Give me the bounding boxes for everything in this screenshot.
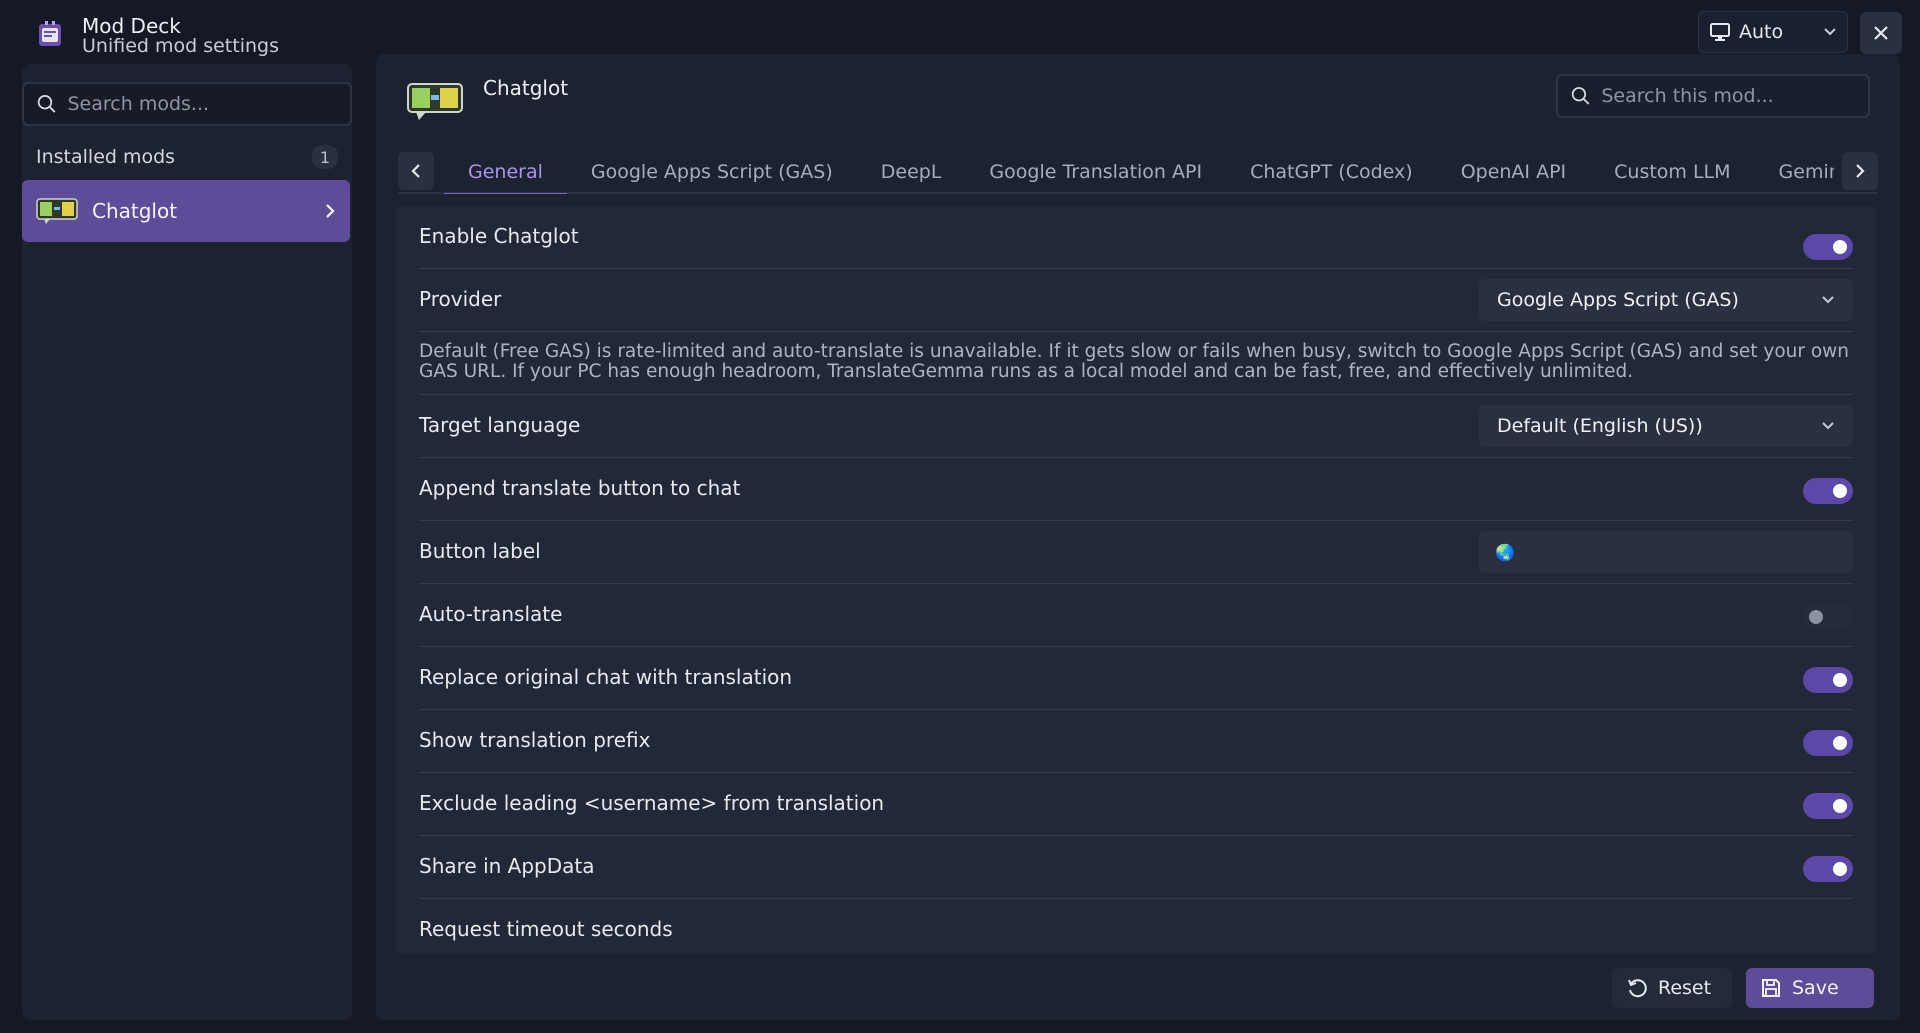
monitor-icon [1710, 23, 1730, 41]
setting-row-request-timeout: Request timeout seconds [419, 899, 1853, 954]
tab-deepl[interactable]: DeepL [857, 150, 966, 194]
provider-value: Google Apps Script (GAS) [1497, 289, 1739, 311]
close-icon [1874, 26, 1888, 40]
tab-google-apps-script[interactable]: Google Apps Script (GAS) [567, 150, 857, 194]
setting-row-auto-translate: Auto-translate [419, 584, 1853, 647]
chevron-down-icon [1822, 296, 1834, 304]
enable-label: Enable Chatglot [419, 224, 579, 248]
settings-list: Enable Chatglot Provider Google Apps Scr… [396, 206, 1876, 954]
translation-prefix-label: Show translation prefix [419, 728, 651, 752]
target-language-select[interactable]: Default (English (US)) [1479, 405, 1853, 447]
target-language-label: Target language [419, 413, 581, 437]
sidebar-item-label: Chatglot [92, 199, 178, 223]
target-language-value: Default (English (US)) [1497, 415, 1703, 437]
display-mode-label: Auto [1739, 21, 1784, 43]
tab-google-translation-api[interactable]: Google Translation API [965, 150, 1226, 194]
request-timeout-label: Request timeout seconds [419, 917, 673, 941]
search-icon [1571, 87, 1590, 105]
tab-custom-llm[interactable]: Custom LLM [1590, 150, 1754, 194]
chevron-down-icon [1822, 422, 1834, 430]
exclude-username-label: Exclude leading <username> from translat… [419, 791, 885, 815]
save-label: Save [1792, 977, 1839, 999]
setting-row-target-language: Target language Default (English (US)) [419, 395, 1853, 458]
display-mode-select[interactable]: Auto [1698, 11, 1848, 53]
chevron-right-icon [326, 204, 335, 218]
setting-row-provider: Provider Google Apps Script (GAS) [419, 269, 1853, 332]
tab-gemini[interactable]: Gemini [1755, 150, 1834, 194]
setting-row-exclude-username: Exclude leading <username> from translat… [419, 773, 1853, 836]
mods-search-box [22, 82, 352, 126]
chevron-left-icon [411, 164, 420, 178]
mod-settings-panel: Chatglot General Google Apps Script (GAS… [376, 54, 1900, 1020]
provider-tabs: General Google Apps Script (GAS) DeepL G… [398, 150, 1878, 194]
chevron-down-icon [1824, 28, 1836, 36]
search-icon [37, 95, 56, 113]
tabs-scroll-left-button[interactable] [398, 152, 434, 190]
close-button[interactable] [1860, 12, 1902, 54]
chevron-right-icon [1856, 164, 1865, 178]
auto-translate-toggle[interactable] [1803, 604, 1853, 630]
sidebar: Installed mods 1 Chatglot [22, 64, 352, 1020]
setting-row-button-label: Button label [419, 521, 1853, 584]
reset-icon [1628, 979, 1647, 998]
setting-row-translation-prefix: Show translation prefix [419, 710, 1853, 773]
tab-openai-api[interactable]: OpenAI API [1437, 150, 1590, 194]
provider-label: Provider [419, 287, 502, 311]
setting-row-enable: Enable Chatglot [419, 206, 1853, 269]
setting-row-append-button: Append translate button to chat [419, 458, 1853, 521]
reset-button[interactable]: Reset [1612, 968, 1732, 1008]
exclude-username-toggle[interactable] [1803, 793, 1853, 819]
replace-original-toggle[interactable] [1803, 667, 1853, 693]
save-icon [1762, 979, 1780, 997]
mod-search-input[interactable] [1601, 85, 1856, 107]
app-logo-icon [39, 21, 61, 46]
replace-original-label: Replace original chat with translation [419, 665, 793, 689]
save-button[interactable]: Save [1746, 968, 1874, 1008]
button-label-input[interactable] [1479, 531, 1853, 573]
tabs-scroll-right-button[interactable] [1842, 152, 1878, 190]
installed-count-badge: 1 [312, 145, 338, 169]
chatglot-icon [36, 198, 78, 224]
provider-select[interactable]: Google Apps Script (GAS) [1479, 279, 1853, 321]
setting-row-replace-original: Replace original chat with translation [419, 647, 1853, 710]
mod-title: Chatglot [483, 76, 569, 100]
translation-prefix-toggle[interactable] [1803, 730, 1853, 756]
mod-search-box [1556, 74, 1870, 118]
setting-row-share-appdata: Share in AppData [419, 836, 1853, 899]
append-button-toggle[interactable] [1803, 478, 1853, 504]
installed-mods-header: Installed mods 1 [22, 136, 352, 178]
button-label-label: Button label [419, 539, 541, 563]
app-subtitle: Unified mod settings [82, 35, 279, 57]
mods-search-input[interactable] [67, 93, 338, 115]
provider-note: Default (Free GAS) is rate-limited and a… [419, 341, 1850, 382]
share-appdata-toggle[interactable] [1803, 856, 1853, 882]
sidebar-item-chatglot[interactable]: Chatglot [22, 180, 350, 242]
enable-toggle[interactable] [1803, 234, 1853, 260]
auto-translate-label: Auto-translate [419, 602, 563, 626]
share-appdata-label: Share in AppData [419, 854, 595, 878]
tab-chatgpt-codex[interactable]: ChatGPT (Codex) [1226, 150, 1437, 194]
chatglot-icon [407, 83, 463, 120]
tab-strip: General Google Apps Script (GAS) DeepL G… [444, 150, 1834, 194]
append-button-label: Append translate button to chat [419, 476, 741, 500]
installed-mods-label: Installed mods [36, 146, 176, 168]
tab-general[interactable]: General [444, 150, 567, 194]
reset-label: Reset [1658, 977, 1712, 999]
